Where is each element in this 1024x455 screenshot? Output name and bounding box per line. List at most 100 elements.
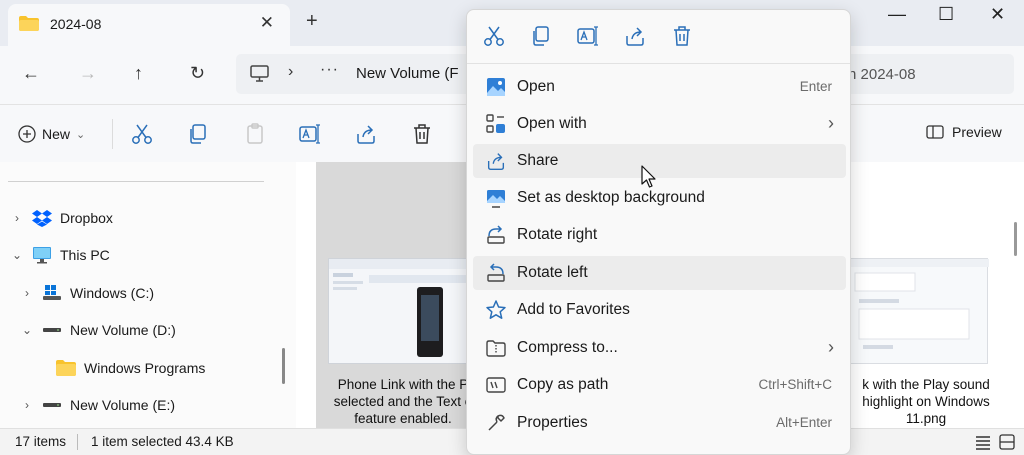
chevron-down-icon[interactable]: ⌄ <box>20 323 34 337</box>
selection-info: 1 item selected 43.4 KB <box>91 434 234 449</box>
sidebar-item-windows-c[interactable]: › Windows (C:) <box>20 278 154 308</box>
menu-item-label: Set as desktop background <box>517 189 705 206</box>
folder-icon <box>56 360 76 376</box>
sidebar-item-label: New Volume (E:) <box>70 397 176 413</box>
image-open-icon <box>487 78 505 96</box>
tiles-view-icon[interactable] <box>999 434 1015 450</box>
cut-icon[interactable] <box>482 24 506 48</box>
sidebar-scrollbar[interactable] <box>282 348 285 384</box>
rename-icon[interactable] <box>298 122 322 146</box>
menu-item-set-desktop-background[interactable]: Set as desktop background <box>473 181 846 215</box>
chevron-right-icon: › <box>828 113 834 133</box>
details-view-icon[interactable] <box>975 434 991 450</box>
menu-item-open[interactable]: Open Enter <box>473 70 846 104</box>
sidebar-item-this-pc[interactable]: ⌄ This PC <box>10 240 110 270</box>
file-thumbnail[interactable] <box>848 258 989 364</box>
menu-item-shortcut: Enter <box>799 79 832 94</box>
star-icon <box>486 300 506 319</box>
share-icon[interactable] <box>623 24 647 48</box>
status-divider <box>77 434 78 450</box>
menu-item-label: Properties <box>517 414 588 431</box>
tab-title: 2024-08 <box>50 16 102 32</box>
menu-item-label: Share <box>517 152 559 169</box>
menu-item-label: Add to Favorites <box>517 301 630 318</box>
caption-line: 11.png <box>905 411 947 426</box>
delete-icon[interactable] <box>670 24 694 48</box>
navigation-pane: › Dropbox ⌄ This PC › Windows (C:) ⌄ New… <box>0 162 296 428</box>
menu-item-open-with[interactable]: Open with › <box>473 107 846 141</box>
item-count: 17 items <box>15 434 67 449</box>
share-icon <box>487 153 505 170</box>
menu-item-label: Open with <box>517 115 587 132</box>
menu-item-shortcut: Alt+Enter <box>776 415 832 430</box>
sidebar-item-label: New Volume (D:) <box>70 322 176 338</box>
minimize-button[interactable]: — <box>888 4 906 25</box>
search-text: h 2024-08 <box>848 66 916 83</box>
new-button[interactable]: New ⌄ <box>18 121 85 147</box>
mouse-cursor-icon <box>641 165 656 188</box>
sidebar-item-label: Dropbox <box>60 210 113 226</box>
refresh-button[interactable]: ↻ <box>190 63 205 84</box>
copy-icon[interactable] <box>186 122 210 146</box>
up-button[interactable]: ↑ <box>134 63 143 84</box>
back-button[interactable]: ← <box>22 63 40 84</box>
tab-2024-08[interactable]: 2024-08 ✕ <box>8 4 290 46</box>
close-window-button[interactable]: ✕ <box>990 4 1005 25</box>
chevron-right-icon: › <box>828 337 834 357</box>
menu-item-add-to-favorites[interactable]: Add to Favorites <box>473 293 846 327</box>
context-menu-quick-actions <box>467 10 850 62</box>
delete-icon[interactable] <box>410 122 434 146</box>
chevron-down-icon[interactable]: ⌄ <box>10 248 24 262</box>
drive-icon <box>43 403 61 407</box>
caption-line: k with the Play sound <box>862 377 990 392</box>
content-scrollbar[interactable] <box>1014 222 1017 256</box>
menu-item-properties[interactable]: Properties Alt+Enter <box>473 406 846 440</box>
copy-path-icon <box>486 377 506 393</box>
close-tab-icon[interactable]: ✕ <box>260 13 274 33</box>
preview-label: Preview <box>952 124 1002 140</box>
paste-icon[interactable] <box>243 122 267 146</box>
rename-icon[interactable] <box>576 24 600 48</box>
copy-icon[interactable] <box>529 24 553 48</box>
file-thumbnail[interactable] <box>328 258 479 364</box>
breadcrumb-path[interactable]: New Volume (F <box>356 65 459 82</box>
context-menu: Open Enter Open with › Share Set as desk… <box>466 9 851 455</box>
menu-item-label: Rotate left <box>517 264 588 281</box>
maximize-button[interactable]: ☐ <box>938 4 954 25</box>
screenshot-thumbnail-image <box>849 259 989 349</box>
sidebar-item-windows-programs[interactable]: Windows Programs <box>34 353 205 383</box>
toolbar-divider <box>112 119 113 149</box>
cut-icon[interactable] <box>130 122 154 146</box>
menu-item-share[interactable]: Share <box>473 144 846 178</box>
divider <box>8 181 264 182</box>
new-tab-button[interactable]: + <box>306 10 318 33</box>
sidebar-item-new-volume-e[interactable]: › New Volume (E:) <box>20 390 175 420</box>
file-caption[interactable]: Phone Link with the P selected and the T… <box>316 376 490 427</box>
chevron-right-icon[interactable]: › <box>20 286 34 300</box>
open-with-icon <box>486 114 505 133</box>
share-icon[interactable] <box>354 122 378 146</box>
folder-icon <box>19 16 39 31</box>
compress-icon <box>486 340 506 357</box>
sidebar-item-label: Windows (C:) <box>70 285 155 301</box>
sidebar-item-dropbox[interactable]: › Dropbox <box>10 203 113 233</box>
menu-item-copy-as-path[interactable]: Copy as path Ctrl+Shift+C <box>473 368 846 402</box>
caption-line: Phone Link with the P <box>337 377 469 392</box>
sidebar-item-label: Windows Programs <box>84 360 206 376</box>
menu-item-compress-to[interactable]: Compress to... › <box>473 331 846 365</box>
forward-button[interactable]: → <box>79 63 97 84</box>
breadcrumb-chevron-icon[interactable]: › <box>288 63 293 81</box>
sidebar-item-new-volume-d[interactable]: ⌄ New Volume (D:) <box>20 315 176 345</box>
dropbox-icon <box>32 210 52 227</box>
menu-item-rotate-left[interactable]: Rotate left <box>473 256 846 290</box>
chevron-right-icon[interactable]: › <box>20 398 34 412</box>
menu-item-rotate-right[interactable]: Rotate right <box>473 218 846 252</box>
chevron-right-icon[interactable]: › <box>10 211 24 225</box>
breadcrumb-more-button[interactable]: ··· <box>320 61 339 79</box>
file-caption[interactable]: k with the Play sound highlight on Windo… <box>836 376 1016 427</box>
screenshot-thumbnail-image <box>329 259 479 357</box>
windows-drive-icon <box>43 285 61 300</box>
preview-button[interactable]: Preview <box>926 124 1002 140</box>
menu-item-label: Compress to... <box>517 339 618 356</box>
rotate-right-icon <box>487 225 505 244</box>
